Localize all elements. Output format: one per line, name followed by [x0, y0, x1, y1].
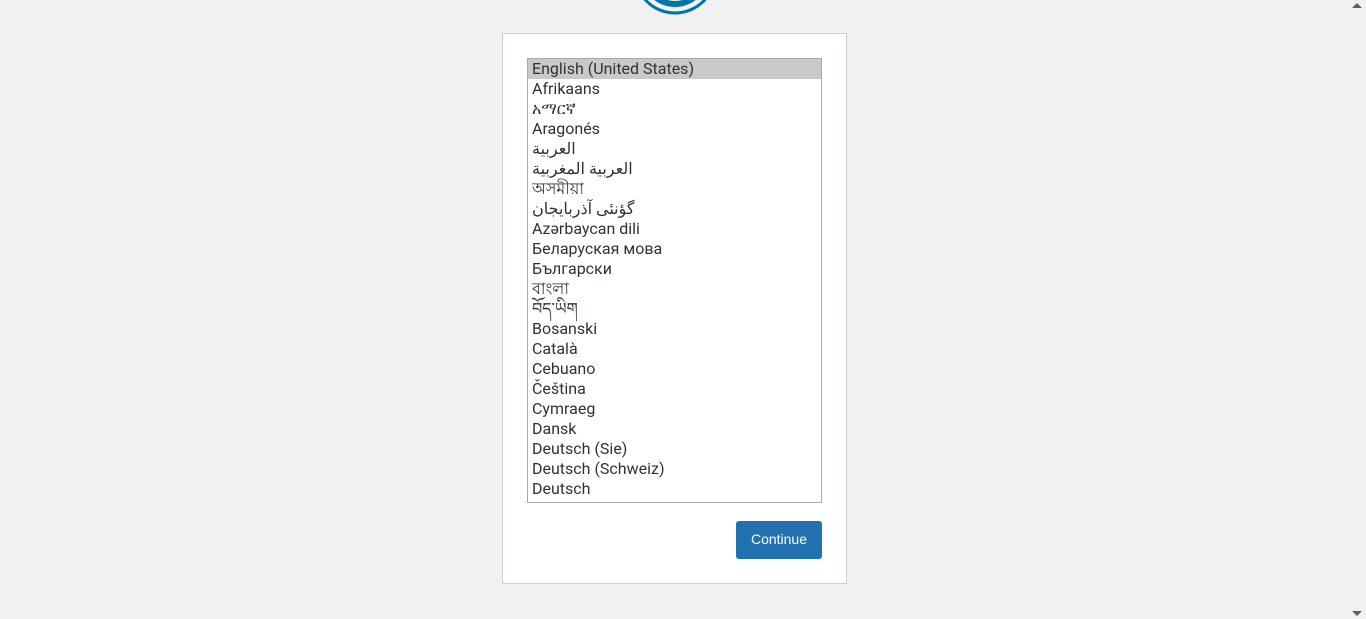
language-option[interactable]: Cymraeg	[528, 399, 821, 419]
language-select[interactable]: English (United States)AfrikaansአማርኛArag…	[527, 58, 822, 503]
wordpress-logo-icon	[633, 0, 717, 15]
language-option[interactable]: Български	[528, 259, 821, 279]
language-option[interactable]: English (United States)	[528, 59, 821, 79]
language-option[interactable]: Aragonés	[528, 119, 821, 139]
language-option[interactable]: Azərbaycan dili	[528, 219, 821, 239]
language-option[interactable]: العربية المغربية	[528, 159, 821, 179]
language-option[interactable]: Català	[528, 339, 821, 359]
language-panel: English (United States)AfrikaansአማርኛArag…	[502, 33, 847, 584]
language-option[interactable]: العربية	[528, 139, 821, 159]
page-scroll-up-icon	[1352, 3, 1362, 8]
language-option[interactable]: Deutsch (Sie)	[528, 439, 821, 459]
button-row: Continue	[527, 521, 822, 559]
language-option[interactable]: Čeština	[528, 379, 821, 399]
language-option[interactable]: Bosanski	[528, 319, 821, 339]
language-option[interactable]: བོད་ཡིག	[528, 299, 821, 319]
language-option[interactable]: Afrikaans	[528, 79, 821, 99]
page-scroll-container[interactable]: English (United States)AfrikaansአማርኛArag…	[0, 0, 1349, 619]
language-option[interactable]: Cebuano	[528, 359, 821, 379]
language-option[interactable]: گؤنئی آذربایجان	[528, 199, 821, 219]
language-option[interactable]: Беларуская мова	[528, 239, 821, 259]
language-option[interactable]: Deutsch (Schweiz)	[528, 459, 821, 479]
language-option[interactable]: Dansk	[528, 419, 821, 439]
continue-button[interactable]: Continue	[736, 521, 822, 559]
language-option[interactable]: Deutsch	[528, 479, 821, 499]
language-option[interactable]: বাংলা	[528, 279, 821, 299]
page-scroll-down-icon	[1352, 611, 1362, 616]
language-option[interactable]: አማርኛ	[528, 99, 821, 119]
language-option[interactable]: অসমীয়া	[528, 179, 821, 199]
